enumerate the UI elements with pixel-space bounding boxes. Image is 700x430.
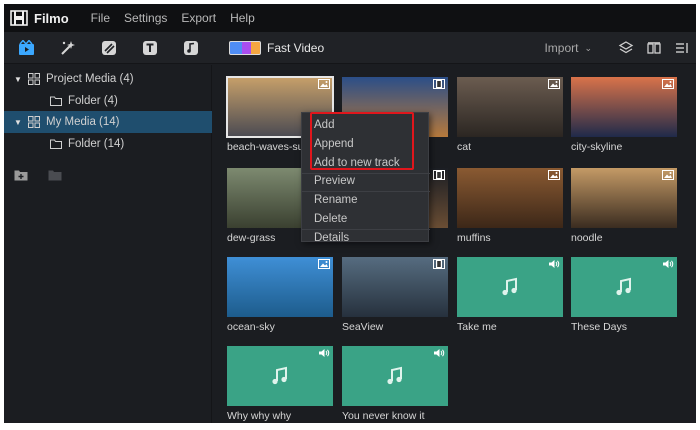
media-thumbnail[interactable] [571,168,677,228]
context-menu-preview[interactable]: Preview [314,175,355,187]
sidebar-item-my-media[interactable]: ▼ My Media (14) [4,111,212,133]
menu-export[interactable]: Export [181,11,216,25]
sidebar-item-project-media[interactable]: ▼ Project Media (4) [4,68,212,90]
media-library: beach-waves-sunsetburgercatcity-skylined… [213,65,696,423]
sidebar-item-project-folder[interactable]: Folder (4) [4,90,212,112]
media-icon[interactable] [18,39,36,57]
media-thumbnail[interactable] [342,346,448,406]
toolbar: Fast Video Import ⌄ [4,32,696,64]
music-note-icon [502,277,517,296]
menu-divider [302,173,430,174]
image-type-icon [662,79,674,89]
media-tile-label: Take me [457,321,497,333]
import-button[interactable]: Import [544,41,578,55]
fast-video-icon [229,40,261,55]
menu-help[interactable]: Help [230,11,255,25]
layers-icon[interactable] [618,40,634,56]
text-icon[interactable] [141,39,159,57]
media-thumbnail[interactable] [457,168,563,228]
media-thumbnail[interactable] [571,77,677,137]
folder-icon [50,139,62,149]
title-bar: Filmo File Settings Export Help [4,4,696,32]
fast-video-label: Fast Video [267,40,325,55]
video-type-icon [433,170,445,180]
expand-triangle-icon[interactable]: ▼ [12,75,24,84]
media-tile-label: city-skyline [571,141,623,153]
sidebar-item-my-media-folder[interactable]: Folder (14) [4,133,212,155]
media-thumbnail[interactable] [457,77,563,137]
menu-divider [302,229,430,230]
image-type-icon [318,259,330,269]
context-menu-details[interactable]: Details [314,232,349,244]
media-thumbnail[interactable] [342,257,448,317]
expand-triangle-icon[interactable]: ▼ [12,118,24,127]
media-tile-label: SeaView [342,321,384,333]
media-sidebar: ▼ Project Media (4) Folder (4) ▼ My Medi… [4,65,212,423]
media-tile-ocean-sky[interactable]: ocean-sky [227,257,333,333]
music-note-icon [616,277,631,296]
media-thumbnail[interactable] [227,257,333,317]
music-icon[interactable] [182,39,200,57]
media-tile-these-days[interactable]: These Days [571,257,677,333]
media-tile-city-skyline[interactable]: city-skyline [571,77,677,153]
media-tile-cat[interactable]: cat [457,77,563,153]
app-window: Filmo File Settings Export Help Fast Vid… [4,4,696,423]
media-tile-label: You never know it [342,410,425,422]
fast-video-button[interactable]: Fast Video [229,40,325,55]
audio-type-icon [433,348,445,358]
media-tile-label: ocean-sky [227,321,275,333]
folder-icon [50,96,62,106]
media-tile-muffins[interactable]: muffins [457,168,563,244]
media-tile-label: Why why why [227,410,292,422]
delete-folder-icon[interactable] [48,169,62,181]
sidebar-item-label: Project Media (4) [46,73,134,85]
media-tile-label: noodle [571,232,603,244]
media-tile-why-why-why[interactable]: Why why why [227,346,333,422]
menu-divider [302,191,430,192]
media-tile-seaview[interactable]: SeaView [342,257,448,333]
media-tile-you-never-know-it[interactable]: You never know it [342,346,448,422]
sidebar-item-label: Folder (4) [68,95,118,107]
sidebar-actions [14,169,82,181]
media-thumbnail[interactable] [227,346,333,406]
music-note-icon [272,366,287,385]
list-view-icon[interactable] [674,40,690,56]
audio-type-icon [662,259,674,269]
context-menu-delete[interactable]: Delete [314,213,347,225]
media-tile-label: cat [457,141,472,153]
sidebar-item-label: My Media (14) [46,116,120,128]
image-type-icon [548,79,560,89]
import-dropdown-icon[interactable]: ⌄ [584,43,592,54]
app-logo-icon [10,10,28,26]
audio-type-icon [318,348,330,358]
menu-settings[interactable]: Settings [124,11,167,25]
media-grid-icon [28,73,40,85]
media-thumbnail[interactable] [457,257,563,317]
transitions-icon[interactable] [100,39,118,57]
new-folder-icon[interactable] [14,169,28,181]
image-type-icon [662,170,674,180]
media-tile-take-me[interactable]: Take me [457,257,563,333]
sidebar-item-label: Folder (14) [68,138,125,150]
audio-type-icon [548,259,560,269]
toolbar-right: Import ⌄ [544,32,690,64]
video-type-icon [433,259,445,269]
media-tile-label: These Days [571,321,628,333]
music-note-icon [387,366,402,385]
image-type-icon [318,79,330,89]
media-tile-noodle[interactable]: noodle [571,168,677,244]
annotation-highlight-box [310,112,414,170]
context-menu-rename[interactable]: Rename [314,194,357,206]
media-thumbnail[interactable] [571,257,677,317]
image-type-icon [548,170,560,180]
menu-file[interactable]: File [91,11,110,25]
media-tile-label: muffins [457,232,491,244]
grid-view-icon[interactable] [646,40,662,56]
media-grid-icon [28,116,40,128]
effects-icon[interactable] [59,39,77,57]
video-type-icon [433,79,445,89]
app-title: Filmo [34,10,69,26]
